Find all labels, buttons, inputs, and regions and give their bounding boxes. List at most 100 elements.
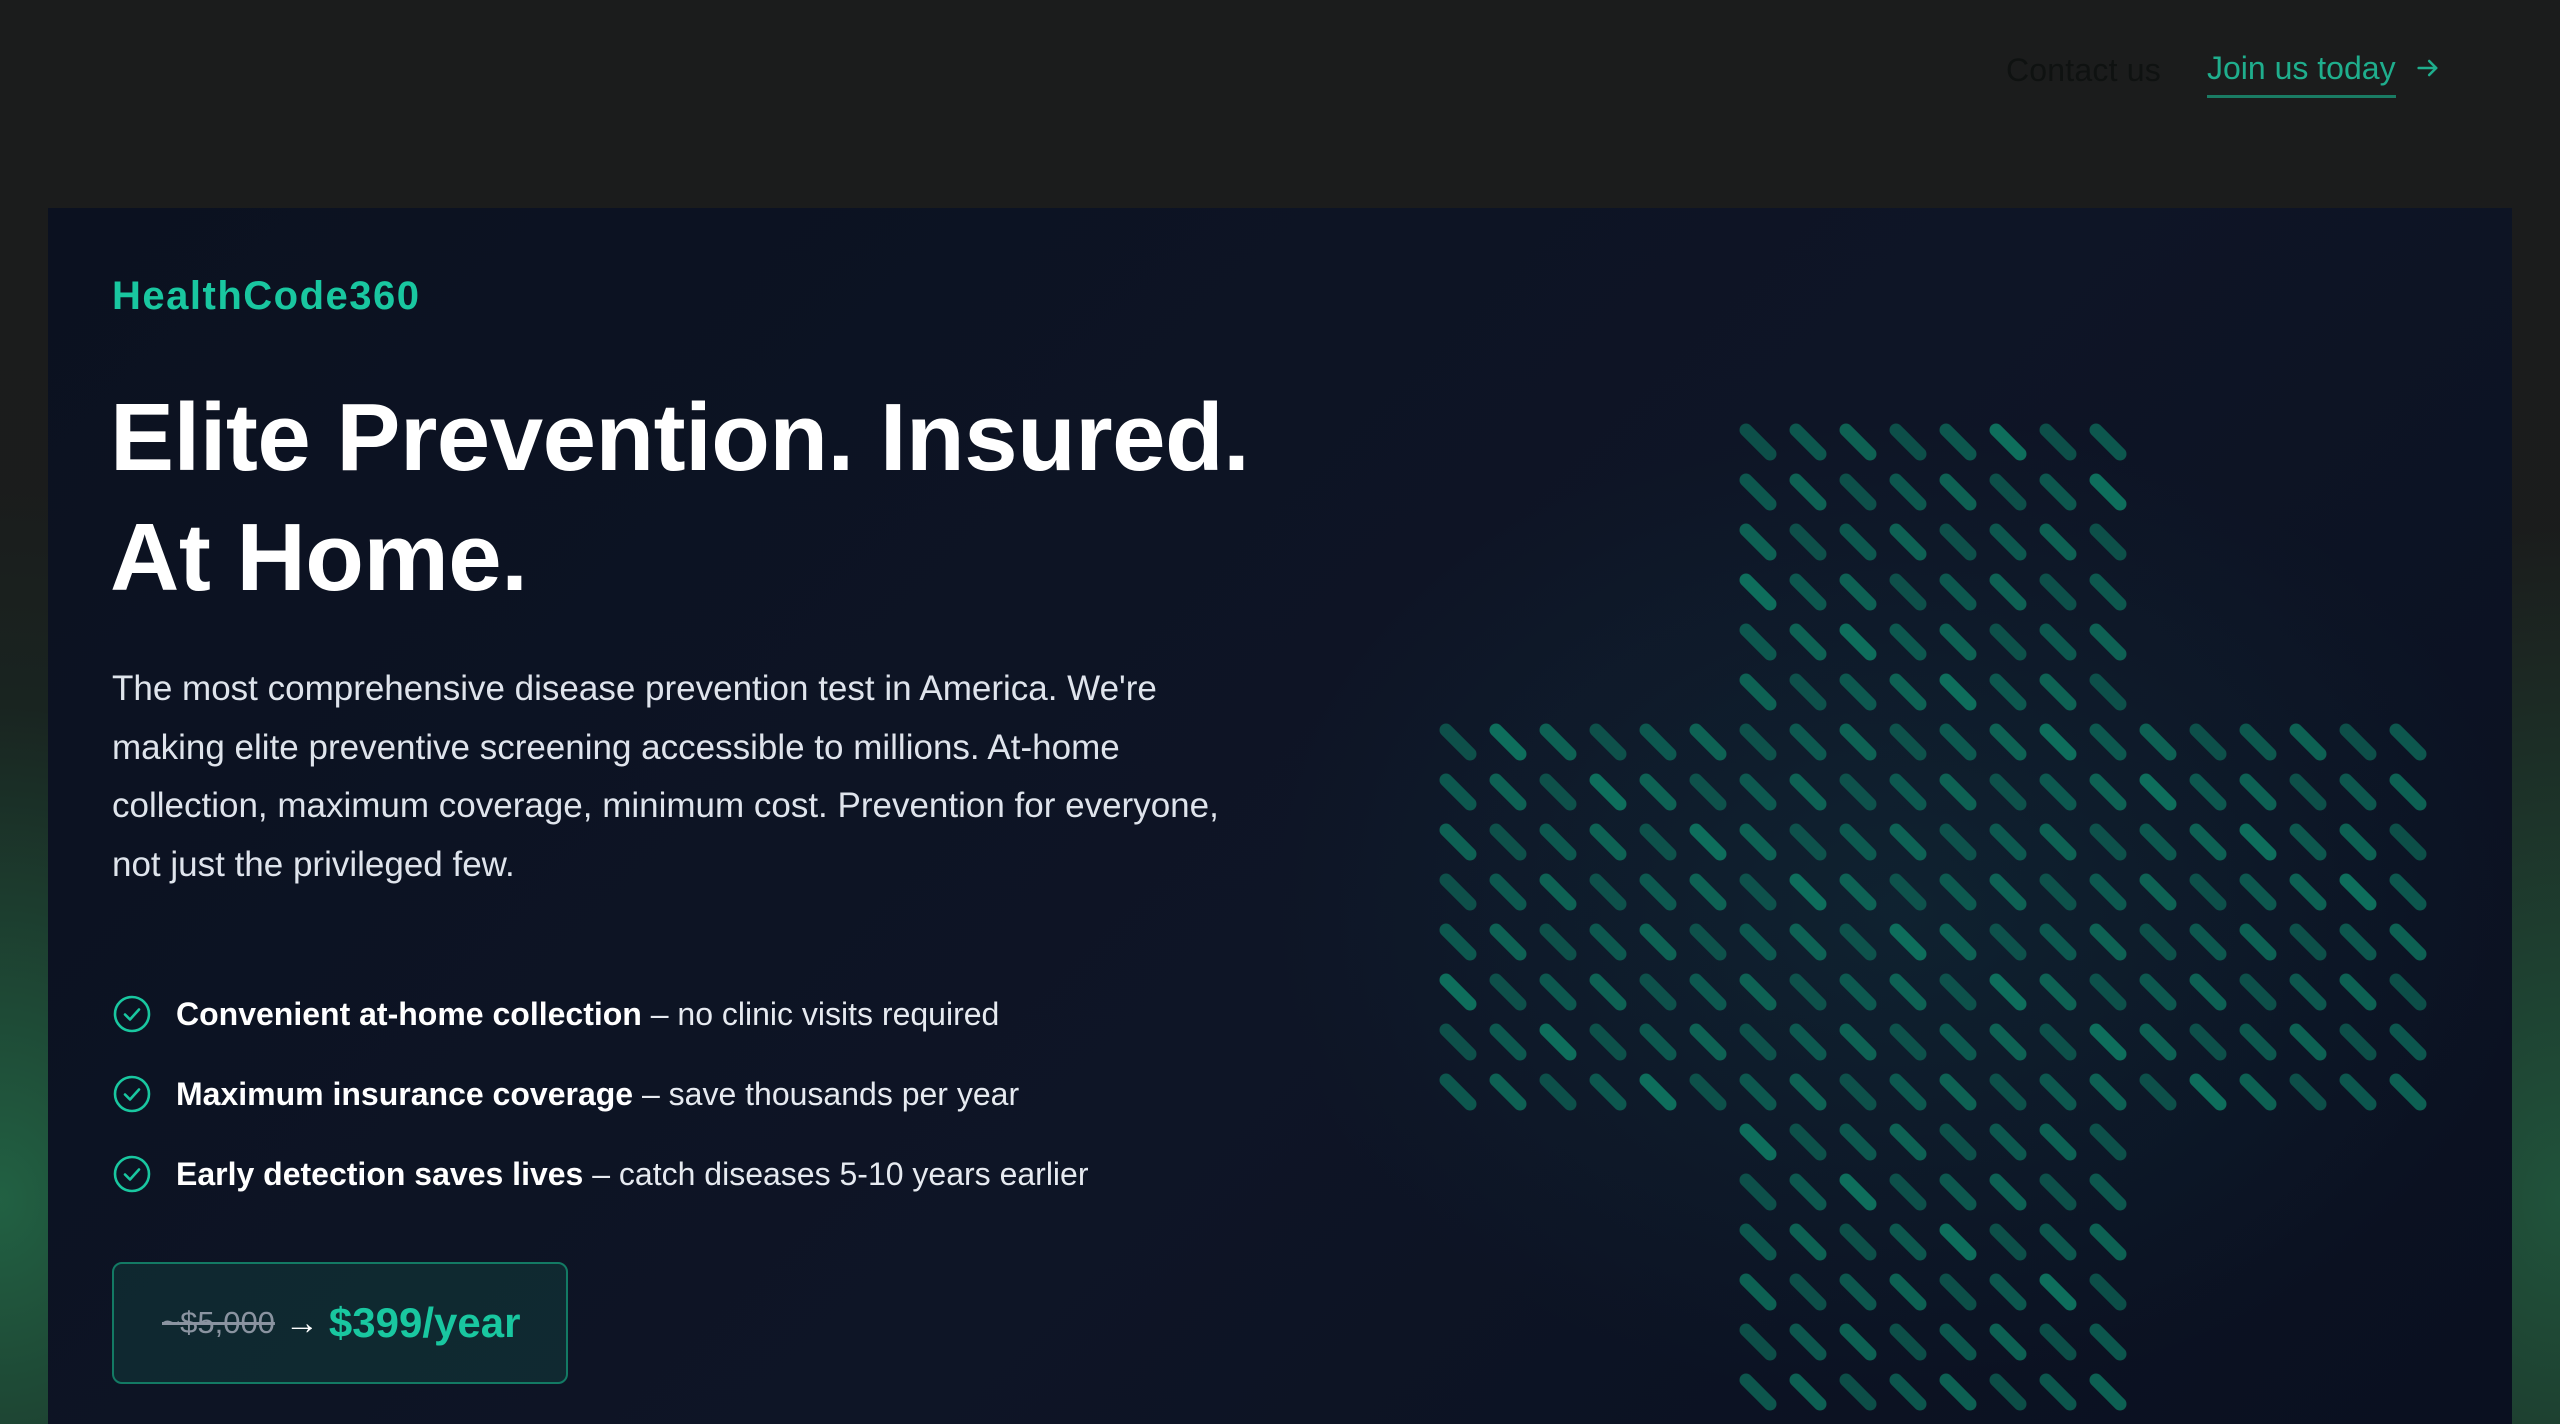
cross-dash <box>1839 773 1877 811</box>
feature-title: Maximum insurance coverage <box>176 1075 634 1112</box>
cross-dash <box>2389 723 2427 761</box>
contact-us-link[interactable]: Contact us <box>2006 52 2161 89</box>
cross-dash <box>2089 523 2127 561</box>
cross-dash <box>2089 1023 2127 1061</box>
circle-check-icon <box>113 995 151 1033</box>
cross-dash <box>1939 1323 1977 1361</box>
cross-dash <box>1989 1073 2027 1111</box>
cross-dash <box>2089 1223 2127 1261</box>
cross-dash <box>2089 1323 2127 1361</box>
cross-dash <box>1889 773 1927 811</box>
cross-dash <box>2089 573 2127 611</box>
cross-dash <box>2289 873 2327 911</box>
cross-dash <box>1789 723 1827 761</box>
cross-dash <box>2089 673 2127 711</box>
cross-dash <box>1439 973 1477 1011</box>
cross-dash <box>1739 673 1777 711</box>
cross-dash <box>1439 723 1477 761</box>
cross-dash <box>2239 873 2277 911</box>
cross-dash <box>1789 1273 1827 1311</box>
cross-dash <box>2389 773 2427 811</box>
cross-dash <box>1939 923 1977 961</box>
cross-dash <box>1989 523 2027 561</box>
cross-dash <box>1789 1323 1827 1361</box>
cross-dash <box>2189 923 2227 961</box>
pricing-button[interactable]: ~$5,000 → $399/year <box>112 1262 568 1384</box>
cross-dash <box>1489 1073 1527 1111</box>
cross-dash <box>2139 923 2177 961</box>
cross-dash <box>1639 723 1677 761</box>
cross-dash <box>1789 1173 1827 1211</box>
arrow-right-icon <box>2414 54 2442 87</box>
cross-dash <box>2089 1073 2127 1111</box>
cross-dash <box>2239 1023 2277 1061</box>
cross-dash <box>1939 1173 1977 1211</box>
cross-dash <box>1989 873 2027 911</box>
cross-dash <box>1739 1023 1777 1061</box>
cross-dash <box>1689 773 1727 811</box>
cross-dash <box>1739 973 1777 1011</box>
cross-dash <box>1889 423 1927 461</box>
cross-dash <box>2289 723 2327 761</box>
join-us-today-label: Join us today <box>2207 50 2396 98</box>
cross-dash <box>2239 723 2277 761</box>
cross-dash <box>1489 923 1527 961</box>
circle-check-icon <box>113 1075 151 1113</box>
cross-dash <box>2389 1073 2427 1111</box>
cross-dash <box>2289 923 2327 961</box>
cross-dash <box>1589 923 1627 961</box>
cross-dash <box>2289 973 2327 1011</box>
cross-dash <box>1839 723 1877 761</box>
cross-dash <box>2089 1173 2127 1211</box>
cross-dash <box>2039 1123 2077 1161</box>
cross-dash <box>1789 923 1827 961</box>
cross-dash <box>2089 723 2127 761</box>
cross-dash <box>1539 923 1577 961</box>
cross-dash <box>1839 1373 1877 1411</box>
headline-line-2: At Home. <box>110 504 528 611</box>
cross-dash <box>2089 873 2127 911</box>
cross-dash <box>1839 1223 1877 1261</box>
cross-dash <box>1839 923 1877 961</box>
cross-dash <box>1989 1373 2027 1411</box>
cross-dash <box>2189 1073 2227 1111</box>
cross-dash <box>1889 523 1927 561</box>
cross-dash <box>2039 1323 2077 1361</box>
cross-dash <box>2039 573 2077 611</box>
cross-dash <box>1589 1023 1627 1061</box>
cross-dash <box>1789 673 1827 711</box>
cross-dash <box>1689 1073 1727 1111</box>
cross-dash <box>1589 823 1627 861</box>
cross-dash <box>1889 973 1927 1011</box>
cross-dash <box>1939 1223 1977 1261</box>
cross-dash <box>1439 773 1477 811</box>
cross-dash <box>2089 923 2127 961</box>
cross-dash <box>2139 823 2177 861</box>
cross-dash <box>2139 873 2177 911</box>
cross-dash <box>1789 773 1827 811</box>
cross-dash <box>2289 773 2327 811</box>
cross-dash <box>1539 1023 1577 1061</box>
cross-dash <box>1989 1023 2027 1061</box>
cross-dash <box>2089 473 2127 511</box>
feature-title: Convenient at-home collection <box>176 995 642 1032</box>
cross-dash <box>1789 1023 1827 1061</box>
cross-dash <box>1489 823 1527 861</box>
join-us-today-link[interactable]: Join us today <box>2207 50 2442 98</box>
cross-dash <box>1989 773 2027 811</box>
cross-dash <box>1889 823 1927 861</box>
cross-dash <box>2239 973 2277 1011</box>
cross-dash <box>1589 773 1627 811</box>
cross-dash <box>1839 423 1877 461</box>
feature-item: Convenient at-home collection – no clini… <box>112 974 1088 1054</box>
cross-dash <box>1939 673 1977 711</box>
cross-dash <box>1889 1073 1927 1111</box>
cross-dash <box>1939 1373 1977 1411</box>
cross-dash <box>2139 723 2177 761</box>
cross-dash <box>2189 873 2227 911</box>
cross-dash <box>1989 623 2027 661</box>
cross-dash <box>2339 1073 2377 1111</box>
cross-dash <box>2039 873 2077 911</box>
cross-dash <box>2289 1023 2327 1061</box>
cross-dash <box>1839 1173 1877 1211</box>
